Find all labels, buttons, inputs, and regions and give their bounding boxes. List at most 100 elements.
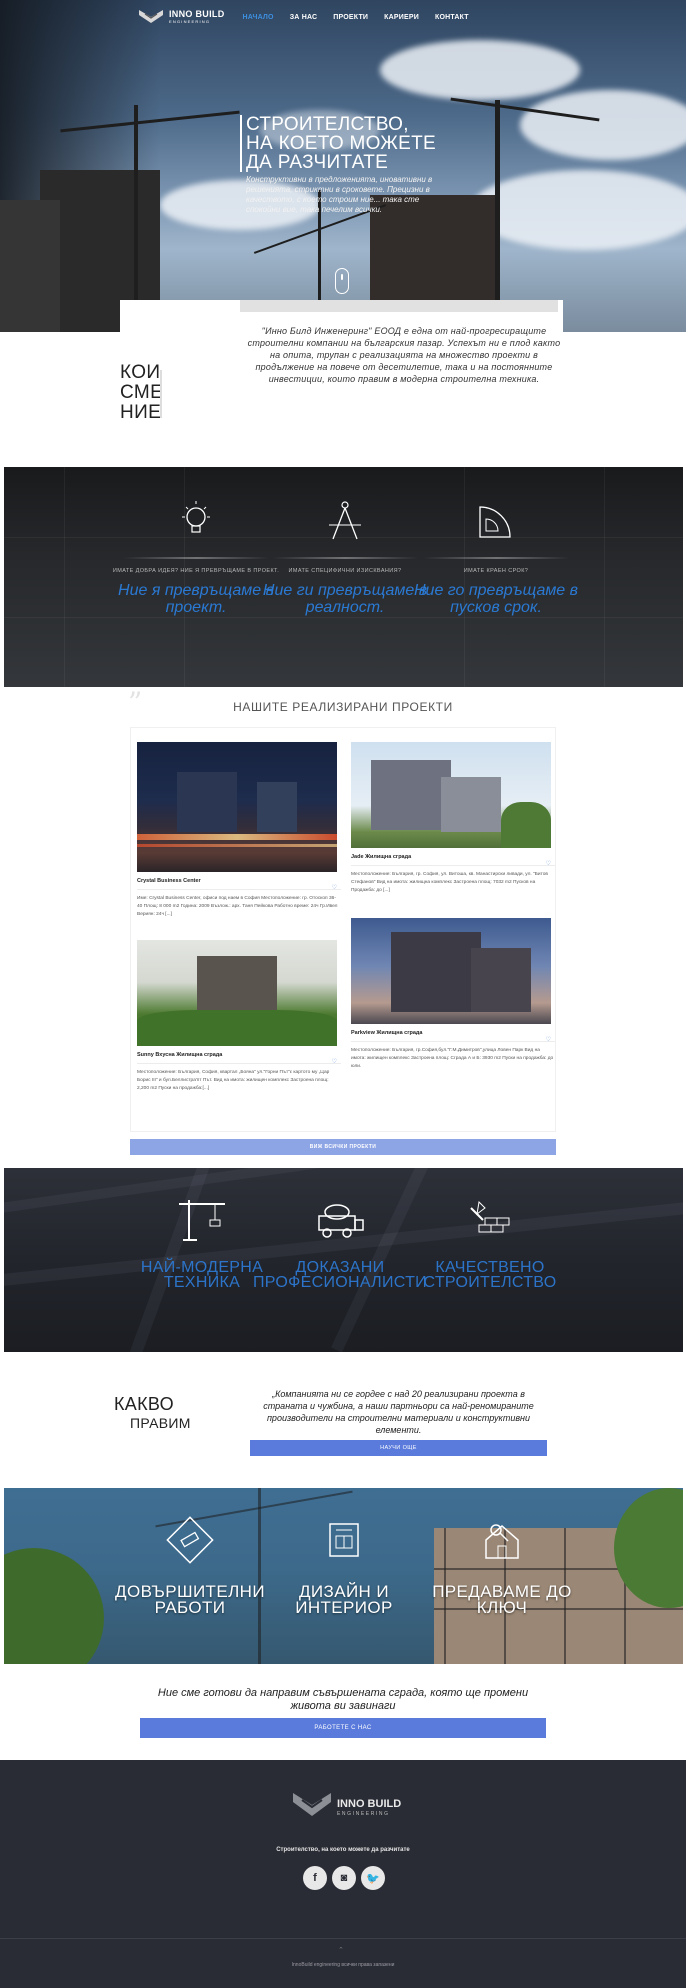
- project-divider: [351, 865, 555, 866]
- bg-line: [4, 617, 683, 618]
- project-image[interactable]: [137, 940, 337, 1046]
- protractor-icon: [474, 497, 518, 547]
- bg-line: [604, 467, 605, 687]
- heart-icon[interactable]: ♡: [546, 1036, 551, 1043]
- hero-cloud: [520, 90, 686, 160]
- hero-title-line: НА КОЕТО МОЖЕТЕ: [246, 133, 436, 154]
- services-section: ДОВЪРШИТЕЛНИ РАБОТИ ДИЗАЙН И ИНТЕРИОР ПР…: [4, 1488, 683, 1664]
- footer-logo-subtext: ENGINEERING: [337, 1811, 390, 1817]
- hero-title: СТРОИТЕЛСТВО, НА КОЕТО МОЖЕТЕ ДА РАЗЧИТА…: [240, 115, 470, 172]
- project-card[interactable]: Parkview Жилищна сграда ♡ Местоположение…: [351, 918, 555, 1071]
- hero-cloud: [380, 40, 580, 100]
- about-card-strip: [240, 300, 558, 312]
- bg-tree: [4, 1548, 104, 1664]
- heart-icon[interactable]: ♡: [546, 860, 551, 867]
- feature-headline: Ние я превръщаме в проект.: [118, 582, 274, 616]
- learn-more-button[interactable]: НАУЧИ ОЩЕ: [250, 1440, 547, 1456]
- image-light-trail: [137, 844, 337, 847]
- nav-item-careers[interactable]: КАРИЕРИ: [384, 14, 419, 21]
- image-building: [371, 760, 451, 830]
- project-card[interactable]: Jade Жилищна сграда ♡ Местоположение: Бъ…: [351, 742, 555, 895]
- chevron-up-icon[interactable]: ⌃: [338, 1946, 344, 1954]
- project-title[interactable]: Jade Жилищна сграда: [351, 854, 555, 860]
- feature-separator: [272, 557, 418, 559]
- project-description: Име: Crystal Business Center, офиси под …: [137, 896, 338, 917]
- bg-line: [64, 467, 65, 687]
- image-trees: [137, 1010, 337, 1046]
- about-divider: [160, 370, 162, 418]
- feature-separator: [123, 557, 269, 559]
- strength-line: СТРОИТЕЛСТВО: [423, 1274, 557, 1291]
- projects-grid: Crystal Business Center ♡ Име: Crystal B…: [130, 727, 556, 1132]
- facebook-icon[interactable]: f: [303, 1866, 327, 1890]
- nav-item-projects[interactable]: ПРОЕКТИ: [333, 14, 368, 21]
- concrete-mixer-icon: [313, 1196, 367, 1242]
- brick-trowel-icon: [463, 1196, 517, 1242]
- feature-headline: Ние го превръщаме в пусков срок.: [414, 582, 578, 616]
- project-image[interactable]: [351, 742, 551, 848]
- feature-separator: [423, 557, 569, 559]
- project-divider: [137, 1063, 341, 1064]
- twitter-icon[interactable]: 🐦: [361, 1866, 385, 1890]
- feature-deadline: ИМАТЕ КРАЕН СРОК? Ние го превръщаме в пу…: [411, 497, 581, 616]
- project-card[interactable]: Crystal Business Center ♡ Име: Crystal B…: [137, 742, 341, 919]
- service-turnkey: ПРЕДАВАМЕ ДО КЛЮЧ: [412, 1516, 592, 1616]
- project-title[interactable]: Sunny Вхусна Жилищна сграда: [137, 1052, 341, 1058]
- what-we-do-title-main: КАКВО: [114, 1394, 174, 1414]
- feature-caption: ИМАТЕ СПЕЦИФИЧНИ ИЗИСКВАНИЯ?: [288, 568, 402, 574]
- image-building: [257, 782, 297, 832]
- project-title[interactable]: Crystal Business Center: [137, 878, 341, 884]
- lightbulb-icon: [174, 497, 218, 547]
- view-all-projects-button[interactable]: ВИЖ ВСИЧКИ ПРОЕКТИ: [130, 1139, 556, 1155]
- feature-caption: ИМАТЕ ДОБРА ИДЕЯ? НИЕ Я ПРЕВРЪЩАМЕ В ПРО…: [112, 568, 280, 574]
- project-image[interactable]: [351, 918, 551, 1024]
- nav-item-home[interactable]: НАЧАЛО: [243, 14, 274, 21]
- footer: INNO BUILD ENGINEERING Строителство, на …: [0, 1760, 686, 1988]
- logo-mark-icon: [138, 8, 164, 26]
- strength-quality: КАЧЕСТВЕНО СТРОИТЕЛСТВО: [400, 1196, 580, 1291]
- image-building: [391, 932, 481, 1012]
- what-we-do-title: КАКВО ПРАВИМ: [114, 1395, 191, 1432]
- service-line: РАБОТИ: [154, 1598, 226, 1617]
- project-title[interactable]: Parkview Жилищна сграда: [351, 1030, 555, 1036]
- site-logo[interactable]: INNO BUILD ENGINEERING: [138, 8, 225, 26]
- what-we-do-title-sub: ПРАВИМ: [130, 1415, 191, 1431]
- nav-item-about[interactable]: ЗА НАС: [290, 14, 318, 21]
- strengths-section: НАЙ-МОДЕРНА ТЕХНИКА ДОКАЗАНИ ПРОФЕСИОНАЛ…: [4, 1168, 683, 1352]
- image-light-trail: [137, 834, 337, 840]
- hero-crane: [495, 100, 500, 300]
- hero-title-line: СТРОИТЕЛСТВО,: [246, 114, 409, 135]
- feature-headline: Ние ги превръщаме в реалност.: [262, 582, 428, 616]
- image-building: [441, 777, 501, 832]
- crane-icon: [175, 1196, 229, 1242]
- feature-caption: ИМАТЕ КРАЕН СРОК?: [463, 568, 529, 574]
- image-building: [177, 772, 237, 832]
- hero-title-line: ДА РАЗЧИТАТЕ: [246, 152, 389, 173]
- service-line: ИНТЕРИОР: [295, 1598, 393, 1617]
- blueprint-icon: [320, 1516, 368, 1564]
- what-we-do-text: „Компанията ни се гордее с над 20 реализ…: [263, 1389, 534, 1435]
- about-title-line: КОИ: [120, 362, 161, 383]
- heart-icon[interactable]: ♡: [332, 884, 337, 891]
- service-finishing: ДОВЪРШИТЕЛНИ РАБОТИ: [100, 1516, 280, 1616]
- image-trees: [501, 802, 551, 848]
- heart-icon[interactable]: ♡: [332, 1058, 337, 1065]
- project-card[interactable]: Sunny Вхусна Жилищна сграда ♡ Местополож…: [137, 940, 341, 1093]
- projects-heading: НАШИТЕ РЕАЛИЗИРАНИ ПРОЕКТИ: [233, 700, 453, 714]
- nav-item-contact[interactable]: КОНТАКТ: [435, 14, 469, 21]
- copyright: InnoBuild engineering всички права запаз…: [291, 1962, 395, 1968]
- footer-divider: [0, 1938, 686, 1939]
- about-text: "Инно Билд Инженеринг" ЕООД е една от на…: [247, 326, 561, 384]
- image-building: [471, 948, 531, 1012]
- about-title: КОИ СМЕ НИЕ: [120, 363, 163, 423]
- about-title-line: СМЕ: [120, 382, 164, 403]
- service-design: ДИЗАЙН И ИНТЕРИОР: [254, 1516, 434, 1616]
- hero-section: INNO BUILD ENGINEERING НАЧАЛО ЗА НАС ПРО…: [0, 0, 686, 332]
- hero-subtitle: Конструктивни в предложенията, иновативн…: [246, 175, 433, 214]
- project-image[interactable]: [137, 742, 337, 872]
- work-with-us-button[interactable]: РАБОТЕТЕ С НАС: [140, 1718, 546, 1738]
- instagram-icon[interactable]: ◙: [332, 1866, 356, 1890]
- scroll-mouse-icon[interactable]: [335, 268, 349, 294]
- footer-logo[interactable]: INNO BUILD ENGINEERING: [291, 1790, 401, 1825]
- features-section: ИМАТЕ ДОБРА ИДЕЯ? НИЕ Я ПРЕВРЪЩАМЕ В ПРО…: [4, 467, 683, 687]
